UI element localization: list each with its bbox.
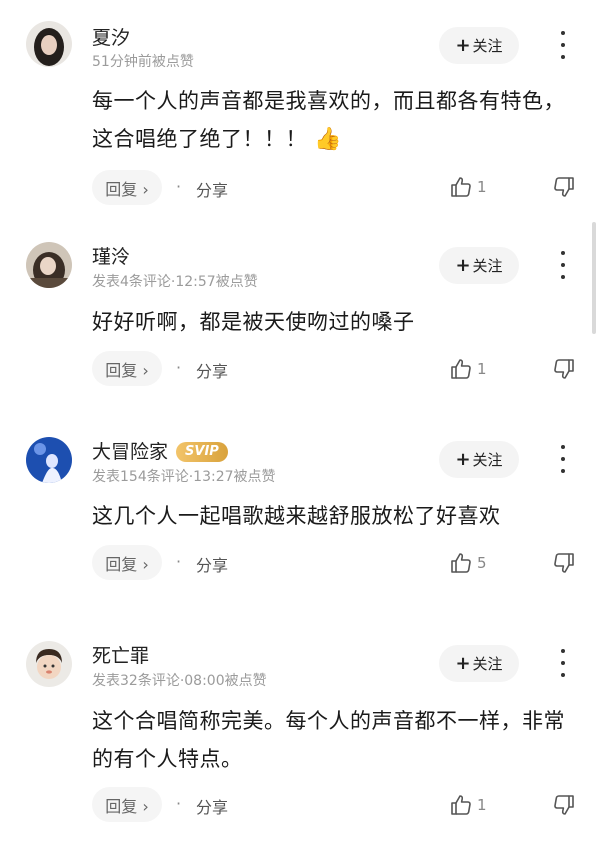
thumbs-up-icon[interactable] (449, 357, 473, 381)
follow-button[interactable]: + 关注 (439, 645, 519, 682)
reply-button[interactable]: 回复 › (92, 351, 162, 386)
separator-dot: · (176, 552, 182, 571)
follow-label: 关注 (472, 655, 503, 673)
follow-button[interactable]: + 关注 (439, 27, 519, 64)
username[interactable]: 瑾泠 (92, 242, 130, 269)
thumbs-down-icon[interactable] (552, 551, 576, 575)
follow-button[interactable]: + 关注 (439, 247, 519, 284)
comment-text: 这个合唱简称完美。每个人的声音都不一样，非常的有个人特点。 (92, 709, 565, 771)
reply-button[interactable]: 回复 › (92, 545, 162, 580)
share-button[interactable]: 分享 (196, 358, 228, 382)
avatar[interactable] (26, 242, 72, 288)
reply-button[interactable]: 回复 › (92, 170, 162, 205)
follow-button[interactable]: + 关注 (439, 441, 519, 478)
follow-label: 关注 (472, 37, 503, 55)
comment-text: 这几个人一起唱歌越来越舒服放松了好喜欢 (92, 504, 501, 528)
thumbs-down-icon[interactable] (552, 175, 576, 199)
plus-icon: + (455, 448, 471, 470)
comment-meta: 51分钟前被点赞 (92, 54, 194, 70)
avatar[interactable] (26, 641, 72, 687)
more-vertical-icon[interactable] (553, 251, 573, 279)
plus-icon: + (455, 254, 471, 276)
username[interactable]: 大冒险家 SVIP (92, 437, 228, 464)
like-count: 5 (477, 554, 487, 572)
like-count: 1 (477, 360, 487, 378)
avatar[interactable] (26, 437, 72, 483)
separator-dot: · (176, 177, 182, 196)
more-vertical-icon[interactable] (553, 31, 573, 59)
thumbs-up-icon[interactable] (449, 793, 473, 817)
comment-meta: 发表4条评论·12:57被点赞 (92, 274, 258, 290)
scrollbar[interactable] (592, 222, 596, 334)
share-button[interactable]: 分享 (196, 552, 228, 576)
share-button[interactable]: 分享 (196, 177, 228, 201)
follow-label: 关注 (472, 451, 503, 469)
thumbs-up-icon[interactable] (449, 551, 473, 575)
comment-meta: 发表154条评论·13:27被点赞 (92, 469, 276, 485)
comment-text: 好好听啊，都是被天使吻过的嗓子 (92, 310, 415, 334)
separator-dot: · (176, 358, 182, 377)
more-vertical-icon[interactable] (553, 445, 573, 473)
thumbs-up-emoji: 👍 (314, 127, 343, 152)
thumbs-down-icon[interactable] (552, 793, 576, 817)
like-count: 1 (477, 796, 487, 814)
reply-button[interactable]: 回复 › (92, 787, 162, 822)
plus-icon: + (455, 34, 471, 56)
thumbs-up-icon[interactable] (449, 175, 473, 199)
plus-icon: + (455, 652, 471, 674)
username[interactable]: 夏汐 (92, 23, 130, 50)
comment-meta: 发表32条评论·08:00被点赞 (92, 673, 267, 689)
like-count: 1 (477, 178, 487, 196)
username-text: 大冒险家 (92, 441, 169, 463)
thumbs-down-icon[interactable] (552, 357, 576, 381)
follow-label: 关注 (472, 257, 503, 275)
avatar[interactable] (26, 21, 72, 67)
svip-badge: SVIP (176, 442, 228, 462)
separator-dot: · (176, 794, 182, 813)
more-vertical-icon[interactable] (553, 649, 573, 677)
username[interactable]: 死亡罪 (92, 641, 149, 668)
comment-text: 每一个人的声音都是我喜欢的，而且都各有特色，这合唱绝了绝了！！！ 👍 (92, 82, 582, 159)
share-button[interactable]: 分享 (196, 794, 228, 818)
